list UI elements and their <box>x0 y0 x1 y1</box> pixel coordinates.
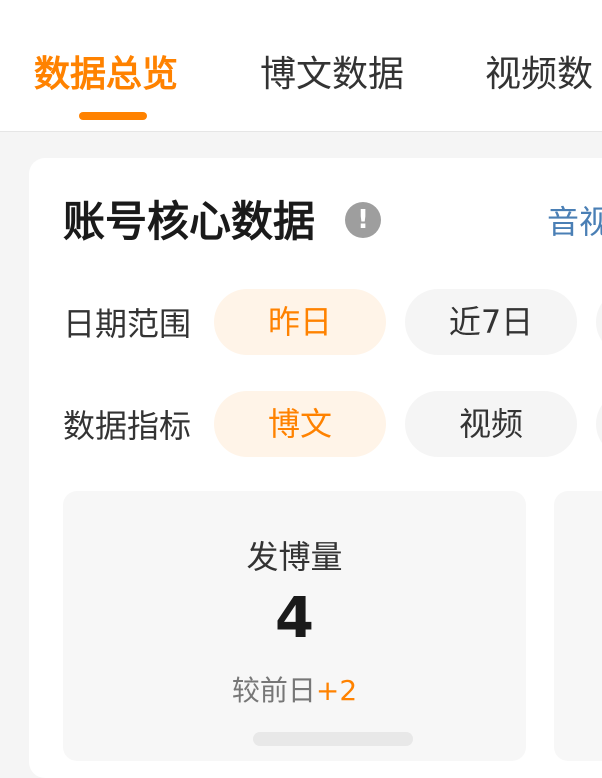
stat-value: 4 <box>275 586 314 651</box>
stat-card-posts[interactable]: 发博量 4 较前日+2 <box>63 491 526 761</box>
core-data-card: 账号核心数据 ! 音视 日期范围 昨日 近7日 数据指标 博文 视频 发博量 4… <box>29 158 602 778</box>
stat-compare-prefix: 较前日 <box>231 674 316 707</box>
stat-card-next[interactable] <box>554 491 602 761</box>
card-title: 账号核心数据 <box>63 197 316 246</box>
stat-compare: 较前日+2 <box>63 673 526 709</box>
blurred-text <box>253 732 413 746</box>
date-range-label: 日期范围 <box>63 305 192 343</box>
date-option-7days[interactable]: 近7日 <box>405 289 577 355</box>
metric-option-video[interactable]: 视频 <box>405 391 577 457</box>
tab-overview[interactable]: 数据总览 <box>34 52 178 98</box>
date-option-yesterday[interactable]: 昨日 <box>214 289 386 355</box>
metric-label: 数据指标 <box>63 407 192 445</box>
metric-option-more[interactable] <box>596 391 602 457</box>
audio-video-link[interactable]: 音视 <box>547 202 602 242</box>
date-option-more[interactable] <box>596 289 602 355</box>
tab-video-data[interactable]: 视频数 <box>485 52 593 98</box>
info-icon[interactable]: ! <box>345 202 381 238</box>
stat-label: 发博量 <box>246 538 343 576</box>
tab-post-data[interactable]: 博文数据 <box>260 52 404 98</box>
stat-compare-delta: +2 <box>315 674 358 707</box>
active-tab-indicator <box>79 112 147 120</box>
metric-option-posts[interactable]: 博文 <box>214 391 386 457</box>
top-tab-bar: 数据总览 博文数据 视频数 <box>0 0 602 132</box>
